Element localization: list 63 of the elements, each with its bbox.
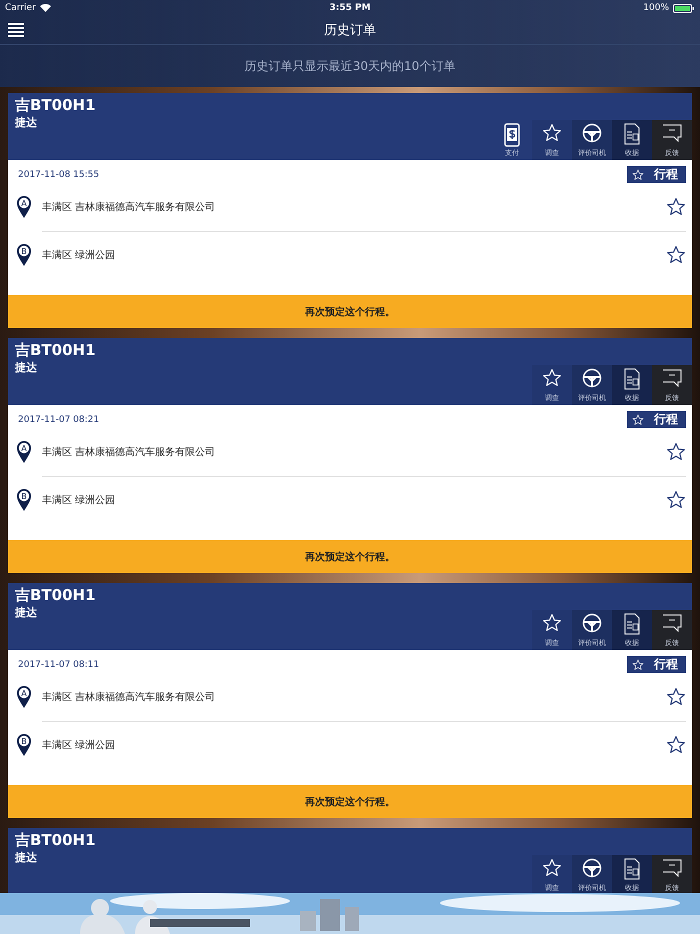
chat-bubble-icon [662,858,682,878]
plate-number: 吉BT00H1 [15,96,96,115]
steering-wheel-icon [582,123,602,143]
car-model: 捷达 [15,605,38,620]
star-icon [632,658,644,670]
order-date: 2017-11-07 08:21 [18,414,100,424]
plate-number: 吉BT00H1 [15,831,96,850]
star-icon [632,168,644,180]
address-text: 丰满区 绿洲公园 [42,248,116,262]
address-text: 丰满区 绿洲公园 [42,738,116,752]
receipt-icon [624,613,640,635]
receipt-icon [624,123,640,145]
receipt-icon [624,368,640,390]
star-icon [542,858,562,878]
address-text: 丰满区 吉林康福德高汽车服务有限公司 [42,446,216,458]
battery-percent: 100% [643,3,670,13]
rebook-button[interactable]: 再次预定这个行程。 [8,295,692,328]
address-text: 丰满区 吉林康福德高汽车服务有限公司 [42,690,216,704]
steering-wheel-icon [582,613,602,633]
plate-number: 吉BT00H1 [15,341,96,360]
favorite-star-icon[interactable] [666,490,686,510]
plate-number: 吉BT00H1 [15,586,96,605]
favorite-star-icon[interactable] [666,686,686,706]
receipt-icon [624,858,640,880]
carrier-label: Carrier [5,3,36,13]
favorite-star-icon[interactable] [666,442,686,462]
order-date: 2017-11-08 15:55 [18,170,100,180]
map-pin-icon: A [16,195,32,219]
favorite-star-icon[interactable] [666,245,686,265]
address-text: 丰满区 吉林康福德高汽车服务有限公司 [42,200,216,214]
trip-button[interactable]: 行程 [627,411,686,428]
map-pin-icon: B [16,243,32,267]
star-icon [542,123,562,143]
chat-bubble-icon [662,123,682,143]
clock-time: 3:55 PM [329,3,371,13]
car-model: 捷达 [15,360,38,375]
car-model: 捷达 [15,850,38,865]
battery-icon [673,4,696,12]
trip-button[interactable]: 行程 [627,656,686,673]
steering-wheel-icon [582,368,602,388]
steering-wheel-icon [582,858,602,878]
phone-dollar-icon [504,123,520,147]
chat-bubble-icon [662,613,682,633]
rebook-button[interactable]: 再次预定这个行程。 [8,540,692,573]
map-pin-icon: B [16,488,32,512]
wifi-icon [40,4,51,12]
star-icon [542,613,562,633]
map-pin-icon: A [16,440,32,464]
map-pin-icon: A [16,685,32,709]
map-pin-icon: B [16,733,32,757]
rebook-button[interactable]: 再次预定这个行程。 [8,785,692,818]
notice-text: 历史订单只显示最近30天内的10个订单 [244,58,456,74]
address-text: 丰满区 绿洲公园 [42,494,116,507]
trip-button[interactable]: 行程 [627,166,686,183]
favorite-star-icon[interactable] [666,196,686,216]
chat-bubble-icon [662,368,682,388]
menu-button[interactable] [8,23,24,37]
favorite-star-icon[interactable] [666,735,686,755]
order-date: 2017-11-07 08:11 [18,660,100,670]
star-icon [542,368,562,388]
star-icon [632,414,644,426]
car-model: 捷达 [15,115,38,130]
screen-title: 历史订单 [324,22,376,39]
